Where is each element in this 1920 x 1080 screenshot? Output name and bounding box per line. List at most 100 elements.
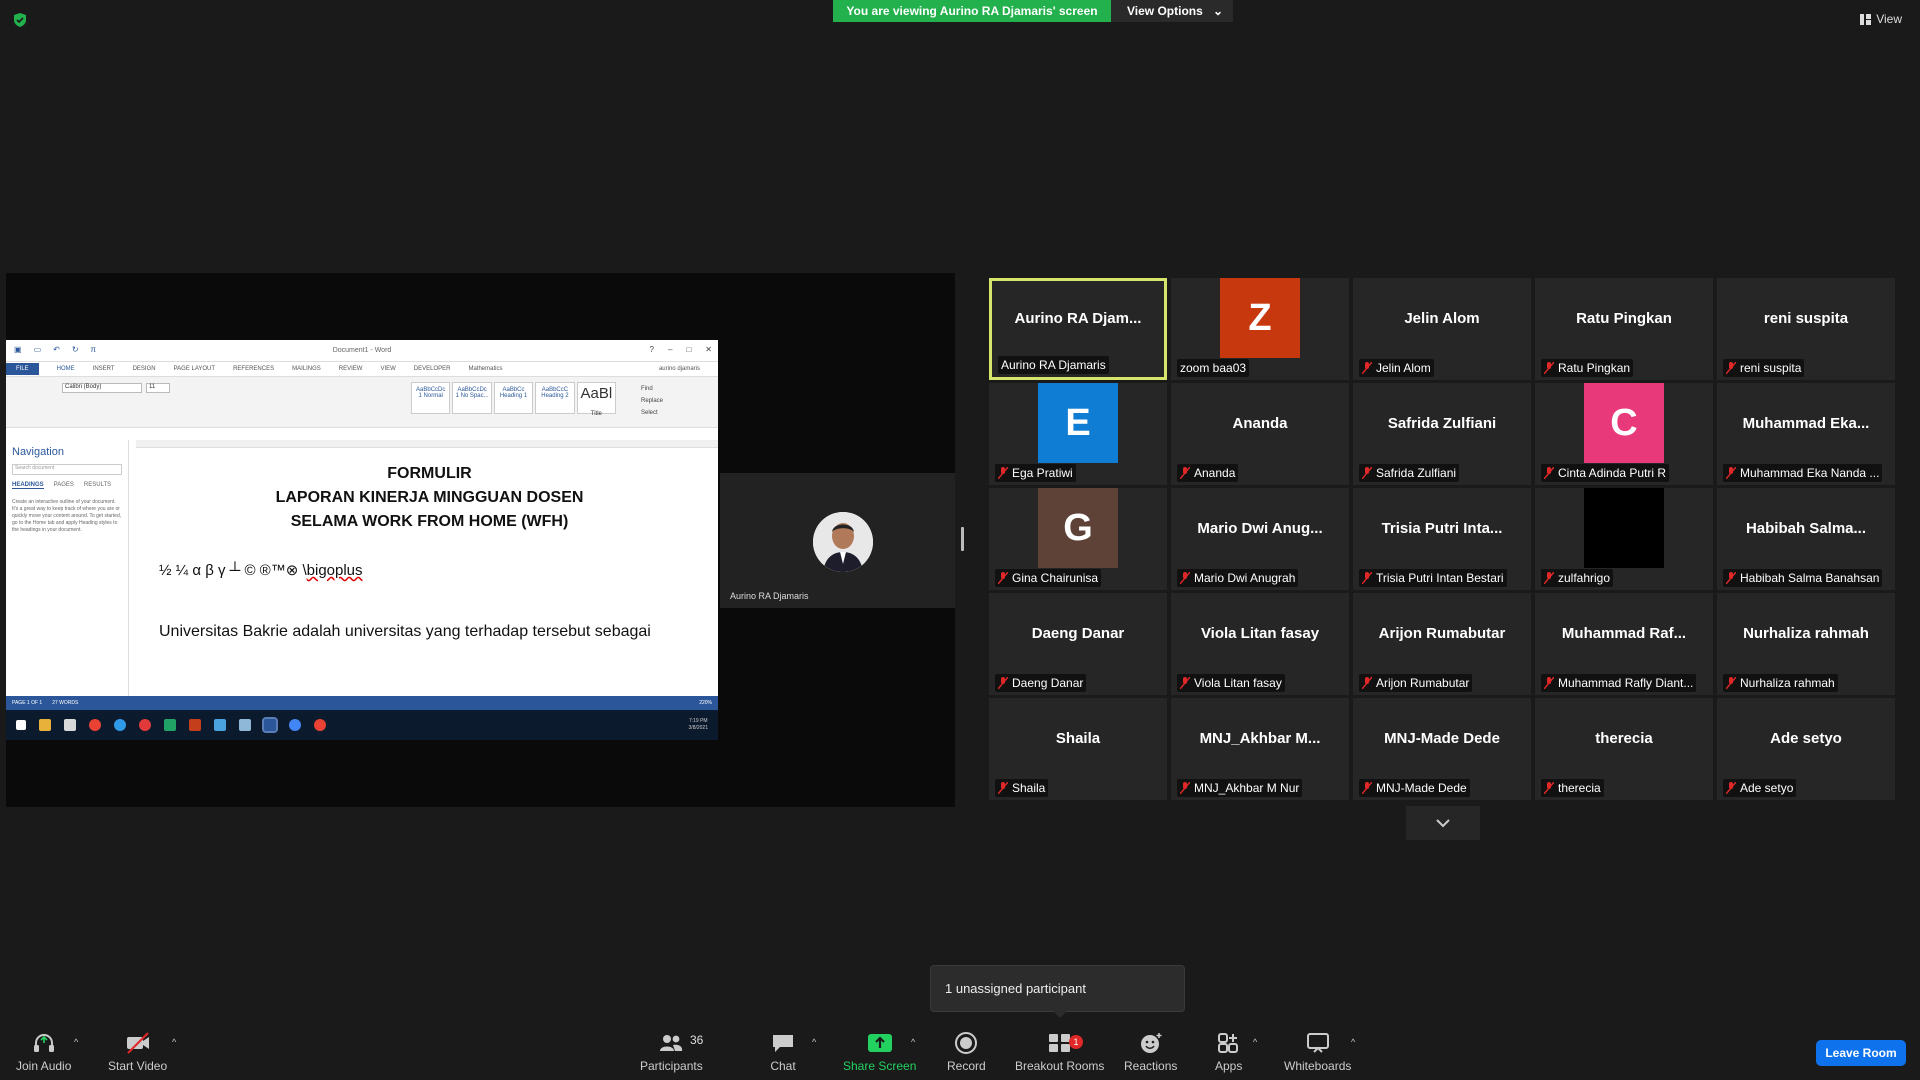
quick-access-toolbar[interactable]: ▣ ▭ ↶ ↻ π bbox=[14, 345, 96, 354]
app-icon[interactable] bbox=[139, 719, 151, 731]
file-explorer-icon[interactable] bbox=[39, 719, 51, 731]
nav-search-input[interactable]: Search document bbox=[12, 464, 122, 475]
select-button[interactable]: Select bbox=[641, 407, 663, 419]
maximize-icon[interactable]: □ bbox=[686, 345, 691, 354]
participant-tile[interactable]: Ade setyo Ade setyo bbox=[1717, 698, 1895, 800]
word-window[interactable]: ▣ ▭ ↶ ↻ π Document1 - Word ? – □ ✕ FILE … bbox=[6, 340, 718, 740]
system-clock[interactable]: 7:19 PM 3/8/2021 bbox=[689, 718, 708, 732]
mail-icon[interactable] bbox=[214, 719, 226, 731]
unassigned-participant-toast[interactable]: 1 unassigned participant bbox=[930, 965, 1185, 1012]
participant-tile[interactable]: reni suspita reni suspita bbox=[1717, 278, 1895, 380]
chat-options-caret-icon[interactable]: ^ bbox=[812, 1037, 816, 1047]
tab-review[interactable]: REVIEW bbox=[339, 366, 363, 372]
participant-tile[interactable]: Viola Litan fasay Viola Litan fasay bbox=[1171, 593, 1349, 695]
tab-mathematics[interactable]: Mathematics bbox=[468, 366, 502, 372]
participant-tile[interactable]: Ratu Pingkan Ratu Pingkan bbox=[1535, 278, 1713, 380]
participant-tile[interactable]: MNJ-Made Dede MNJ-Made Dede bbox=[1353, 698, 1531, 800]
chrome-2-icon[interactable] bbox=[289, 719, 301, 731]
nav-tab-headings[interactable]: HEADINGS bbox=[12, 482, 44, 489]
pi-icon[interactable]: π bbox=[91, 345, 97, 354]
tab-page-layout[interactable]: PAGE LAYOUT bbox=[174, 366, 215, 372]
reactions-button[interactable]: Reactions bbox=[1124, 1031, 1177, 1073]
whiteboards-options-caret-icon[interactable]: ^ bbox=[1351, 1037, 1355, 1047]
tab-file[interactable]: FILE bbox=[6, 363, 39, 375]
participant-tile[interactable]: Muhammad Eka... Muhammad Eka Nanda ... bbox=[1717, 383, 1895, 485]
participant-tile[interactable]: E Ega Pratiwi bbox=[989, 383, 1167, 485]
participant-tile[interactable]: Shaila Shaila bbox=[989, 698, 1167, 800]
edge-icon[interactable] bbox=[114, 719, 126, 731]
redo-icon[interactable]: ↻ bbox=[72, 345, 79, 354]
tab-view[interactable]: VIEW bbox=[380, 366, 395, 372]
record-button[interactable]: Record bbox=[947, 1031, 986, 1073]
font-name-box[interactable]: Calibri (Body) bbox=[62, 383, 142, 393]
tab-home[interactable]: HOME bbox=[57, 366, 75, 372]
find-button[interactable]: Find bbox=[641, 383, 663, 395]
video-options-caret-icon[interactable]: ^ bbox=[172, 1037, 176, 1047]
participant-tile[interactable]: Arijon Rumabutar Arijon Rumabutar bbox=[1353, 593, 1531, 695]
folder-icon[interactable] bbox=[239, 719, 251, 731]
word-taskbar-icon[interactable] bbox=[262, 717, 278, 733]
excel-icon[interactable] bbox=[164, 719, 176, 731]
participant-tile[interactable]: Muhammad Raf... Muhammad Rafly Diant... bbox=[1535, 593, 1713, 695]
tab-mailings[interactable]: MAILINGS bbox=[292, 366, 321, 372]
tab-developer[interactable]: DEVELOPER bbox=[414, 366, 451, 372]
tab-references[interactable]: REFERENCES bbox=[233, 366, 274, 372]
start-video-button[interactable]: Start Video bbox=[108, 1031, 167, 1073]
share-options-caret-icon[interactable]: ^ bbox=[911, 1037, 915, 1047]
participant-tile[interactable]: Safrida Zulfiani Safrida Zulfiani bbox=[1353, 383, 1531, 485]
undo-icon[interactable]: ↶ bbox=[53, 345, 60, 354]
participant-tile[interactable]: Nurhaliza rahmah Nurhaliza rahmah bbox=[1717, 593, 1895, 695]
style-heading-2[interactable]: AaBbCcC Heading 2 bbox=[535, 382, 575, 414]
participant-tile[interactable]: Habibah Salma... Habibah Salma Banahsan bbox=[1717, 488, 1895, 590]
help-icon[interactable]: ? bbox=[650, 345, 654, 354]
apps-options-caret-icon[interactable]: ^ bbox=[1253, 1037, 1257, 1047]
document-page[interactable]: FORMULIR LAPORAN KINERJA MINGGUAN DOSEN … bbox=[141, 450, 718, 696]
style-gallery[interactable]: AaBbCcDc 1 Normal AaBbCcDc 1 No Spac... Aa… bbox=[411, 382, 617, 417]
participant-tile[interactable]: MNJ_Akhbar M... MNJ_Akhbar M Nur bbox=[1171, 698, 1349, 800]
nav-tab-results[interactable]: RESULTS bbox=[84, 482, 111, 489]
shared-screen[interactable]: ▣ ▭ ↶ ↻ π Document1 - Word ? – □ ✕ FILE … bbox=[6, 273, 955, 807]
apps-button[interactable]: Apps bbox=[1215, 1031, 1242, 1073]
join-audio-button[interactable]: Join Audio bbox=[16, 1031, 71, 1073]
view-button[interactable]: View bbox=[1860, 12, 1902, 26]
save-icon[interactable]: ▭ bbox=[34, 345, 42, 354]
split-resize-handle[interactable] bbox=[961, 527, 964, 551]
nav-tab-pages[interactable]: PAGES bbox=[54, 482, 74, 489]
tab-insert[interactable]: INSERT bbox=[93, 366, 115, 372]
participant-tile[interactable]: Aurino RA Djam... Aurino RA Djamaris bbox=[989, 278, 1167, 380]
whiteboards-button[interactable]: Whiteboards bbox=[1284, 1031, 1351, 1073]
participant-tile[interactable]: C Cinta Adinda Putri R bbox=[1535, 383, 1713, 485]
chrome-3-icon[interactable] bbox=[314, 719, 326, 731]
chrome-icon[interactable] bbox=[89, 719, 101, 731]
participant-tile[interactable]: Z zoom baa03 bbox=[1171, 278, 1349, 380]
close-icon[interactable]: ✕ bbox=[705, 345, 712, 354]
participant-tile[interactable]: Daeng Danar Daeng Danar bbox=[989, 593, 1167, 695]
next-page-button[interactable] bbox=[1406, 806, 1480, 840]
powerpoint-icon[interactable] bbox=[189, 719, 201, 731]
breakout-rooms-button[interactable]: Breakout Rooms bbox=[1015, 1031, 1104, 1073]
style-normal[interactable]: AaBbCcDc 1 Normal bbox=[411, 382, 451, 414]
shield-icon[interactable] bbox=[12, 12, 28, 28]
view-options-button[interactable]: View Options ⌄ bbox=[1111, 0, 1233, 22]
leave-room-button[interactable]: Leave Room bbox=[1816, 1040, 1906, 1066]
audio-options-caret-icon[interactable]: ^ bbox=[74, 1037, 78, 1047]
minimize-icon[interactable]: – bbox=[668, 345, 672, 354]
share-screen-button[interactable]: Share Screen bbox=[843, 1031, 916, 1073]
windows-start-icon[interactable] bbox=[16, 720, 26, 730]
participant-tile[interactable]: therecia therecia bbox=[1535, 698, 1713, 800]
font-size-box[interactable]: 11 bbox=[146, 383, 170, 393]
replace-button[interactable]: Replace bbox=[641, 395, 663, 407]
presenter-video[interactable]: Aurino RA Djamaris bbox=[720, 473, 955, 608]
participant-tile[interactable]: Mario Dwi Anug... Mario Dwi Anugrah bbox=[1171, 488, 1349, 590]
participant-tile[interactable]: Jelin Alom Jelin Alom bbox=[1353, 278, 1531, 380]
style-no-spacing[interactable]: AaBbCcDc 1 No Spac... bbox=[452, 382, 492, 414]
style-title[interactable]: AaBl Title bbox=[576, 382, 617, 417]
chat-button[interactable]: Chat bbox=[770, 1031, 796, 1073]
style-heading-1[interactable]: AaBbCc Heading 1 bbox=[493, 382, 534, 414]
participant-tile[interactable]: Trisia Putri Inta... Trisia Putri Intan … bbox=[1353, 488, 1531, 590]
participant-tile[interactable]: Ananda Ananda bbox=[1171, 383, 1349, 485]
participant-tile[interactable]: G Gina Chairunisa bbox=[989, 488, 1167, 590]
participant-tile[interactable]: zulfahrigo bbox=[1535, 488, 1713, 590]
tab-design[interactable]: DESIGN bbox=[133, 366, 156, 372]
store-icon[interactable] bbox=[64, 719, 76, 731]
